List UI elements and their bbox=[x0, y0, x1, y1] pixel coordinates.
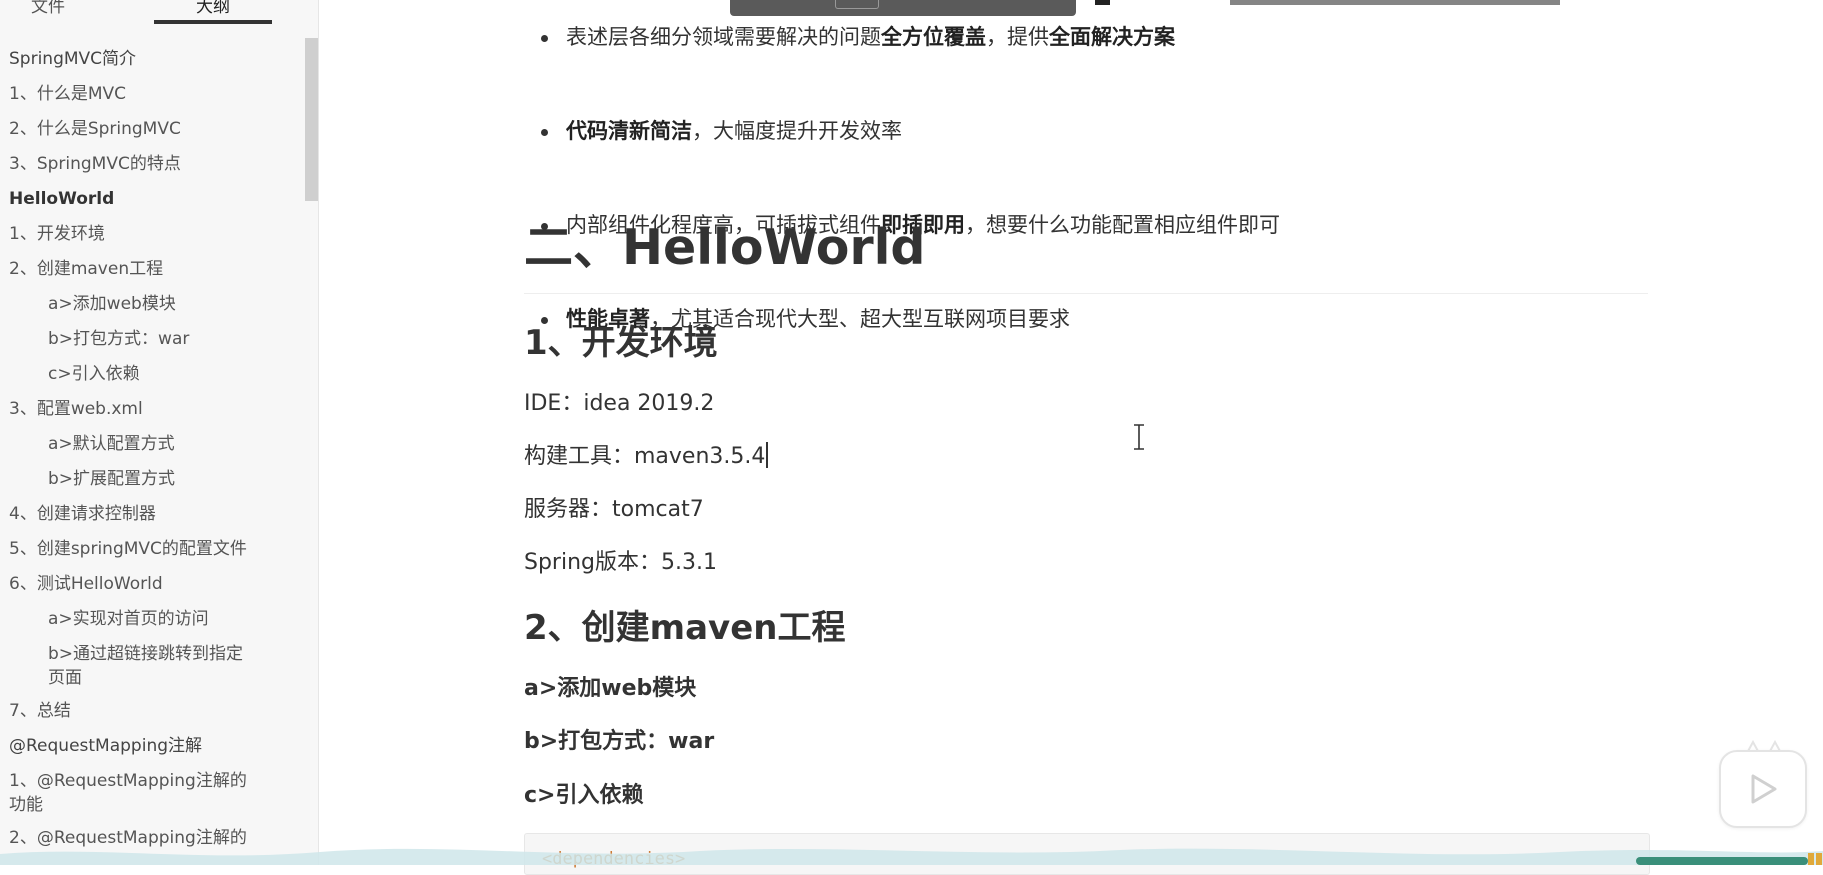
env-build-tool: 构建工具：maven3.5.4 bbox=[524, 442, 768, 472]
bold-text: 全面解决方案 bbox=[1049, 25, 1175, 49]
outline-item[interactable]: 2、什么是SpringMVC bbox=[0, 114, 300, 149]
outline-item[interactable]: 5、创建springMVC的配置文件 bbox=[0, 534, 300, 569]
bold-text: 全方位覆盖 bbox=[881, 25, 986, 49]
outline-item[interactable]: a>添加web模块 bbox=[0, 289, 300, 324]
outline-item[interactable]: c>引入依赖 bbox=[0, 359, 300, 394]
outline-item[interactable]: a>默认配置方式 bbox=[0, 429, 300, 464]
outline-item[interactable]: 4、创建请求控制器 bbox=[0, 499, 300, 534]
env-spring-version: Spring版本：5.3.1 bbox=[524, 550, 717, 575]
section-heading: 二、HelloWorld bbox=[524, 219, 926, 276]
step-heading: b>打包方式：war bbox=[524, 729, 715, 754]
decorative-wave bbox=[0, 848, 1823, 865]
outline-item[interactable]: SpringMVC简介 bbox=[0, 44, 300, 79]
outline-item[interactable]: 7、总结 bbox=[0, 696, 300, 731]
env-build-text: 构建工具：maven3.5.4 bbox=[524, 444, 766, 469]
outline-item-line: b>通过超链接跳转到指定 bbox=[48, 644, 244, 664]
step-heading: c>引入依赖 bbox=[524, 783, 644, 808]
outline-item[interactable]: b>通过超链接跳转到指定 页面 bbox=[0, 639, 300, 696]
outline-item[interactable]: 3、SpringMVC的特点 bbox=[0, 149, 300, 184]
outline-item[interactable]: 2、创建maven工程 bbox=[0, 254, 300, 289]
text: ，大幅度提升开发效率 bbox=[692, 119, 902, 143]
list-item: 代码清新简洁，大幅度提升开发效率 bbox=[524, 116, 1280, 163]
outline-item[interactable]: @RequestMapping注解 bbox=[0, 731, 300, 766]
outline-item[interactable]: 6、测试HelloWorld bbox=[0, 569, 300, 604]
outline-item-line: 页面 bbox=[48, 668, 82, 688]
env-server: 服务器：tomcat7 bbox=[524, 497, 704, 522]
outline-item-line: 1、@RequestMapping注解的 bbox=[9, 771, 247, 791]
bold-text: 代码清新简洁 bbox=[566, 119, 692, 143]
sidebar-scrollbar[interactable] bbox=[305, 38, 318, 865]
outline-item[interactable]: 1、@RequestMapping注解的 功能 bbox=[0, 766, 300, 823]
outline-item-line: 功能 bbox=[9, 795, 43, 815]
text: ，想要什么功能配置相应组件即可 bbox=[965, 213, 1280, 237]
feature-list: 表述层各细分领域需要解决的问题全方位覆盖，提供全面解决方案 代码清新简洁，大幅度… bbox=[524, 0, 1280, 331]
outline-item-active[interactable]: HelloWorld bbox=[0, 184, 300, 219]
heading-divider bbox=[524, 293, 1648, 294]
step-heading: a>添加web模块 bbox=[524, 676, 697, 701]
text: 表述层各细分领域需要解决的问题 bbox=[566, 25, 881, 49]
outline-sidebar: 文件 大纲 SpringMVC简介 1、什么是MVC 2、什么是SpringMV… bbox=[0, 0, 319, 865]
tab-outline[interactable]: 大纲 bbox=[154, 0, 272, 24]
text-cursor-icon bbox=[1134, 424, 1144, 450]
subsection-heading: 1、开发环境 bbox=[524, 323, 718, 363]
outline-item[interactable]: 1、什么是MVC bbox=[0, 79, 300, 114]
outline-item[interactable]: b>扩展配置方式 bbox=[0, 464, 300, 499]
text: ，提供 bbox=[986, 25, 1049, 49]
text-caret bbox=[766, 442, 768, 468]
tab-files[interactable]: 文件 bbox=[0, 0, 96, 22]
play-button[interactable] bbox=[1719, 750, 1807, 828]
progress-badge bbox=[1636, 853, 1822, 865]
env-ide: IDE：idea 2019.2 bbox=[524, 391, 715, 416]
outline-item[interactable]: b>打包方式：war bbox=[0, 324, 300, 359]
play-icon bbox=[1751, 774, 1777, 804]
outline-item[interactable]: a>实现对首页的访问 bbox=[0, 604, 300, 639]
list-item: 表述层各细分领域需要解决的问题全方位覆盖，提供全面解决方案 bbox=[524, 22, 1280, 69]
outline-list: SpringMVC简介 1、什么是MVC 2、什么是SpringMVC 3、Sp… bbox=[0, 44, 300, 858]
subsection-heading: 2、创建maven工程 bbox=[524, 608, 846, 648]
sidebar-tabs: 文件 大纲 bbox=[0, 0, 318, 30]
outline-item[interactable]: 1、开发环境 bbox=[0, 219, 300, 254]
outline-item[interactable]: 3、配置web.xml bbox=[0, 394, 300, 429]
sidebar-scroll-thumb[interactable] bbox=[305, 38, 318, 201]
